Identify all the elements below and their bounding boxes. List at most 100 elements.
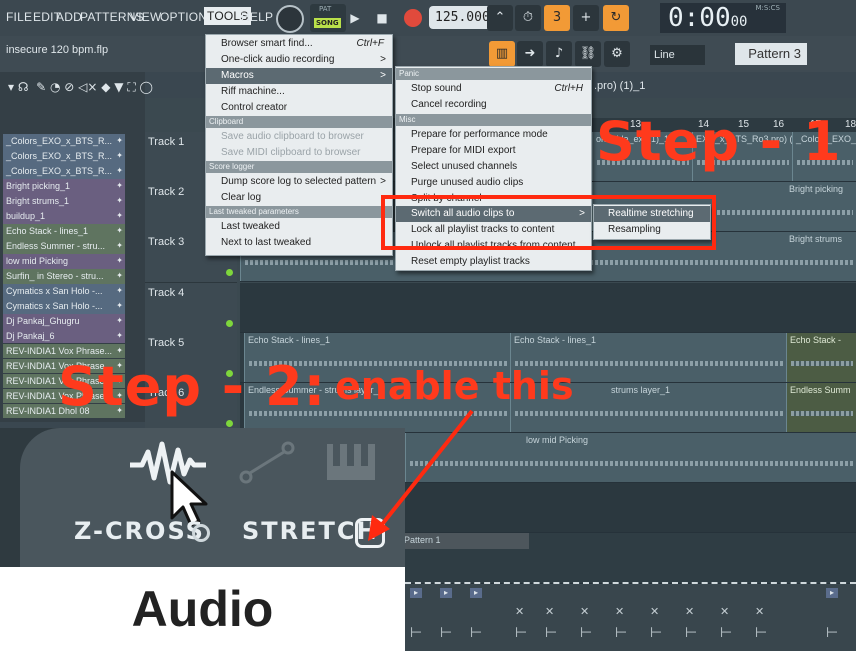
menu-item-macros[interactable]: Macros > xyxy=(206,68,392,84)
close-icon[interactable]: ✕ xyxy=(615,605,624,618)
menu-item-purge-unused[interactable]: Purge unused audio clips xyxy=(396,175,591,191)
fader-icon[interactable]: ⊢ xyxy=(410,625,422,641)
track-lane[interactable] xyxy=(240,283,856,333)
fader-icon[interactable]: ⊢ xyxy=(515,625,527,641)
close-icon[interactable]: ✕ xyxy=(515,605,524,618)
close-icon[interactable]: ✕ xyxy=(650,605,659,618)
channel-item[interactable]: low mid Picking ✦ xyxy=(3,253,125,269)
record-icon[interactable] xyxy=(404,9,422,27)
fader-icon[interactable]: ⊢ xyxy=(755,625,767,641)
link-icon[interactable]: ⛓ xyxy=(575,41,601,67)
menu-item-riff-machine[interactable]: Riff machine... xyxy=(206,84,392,100)
menu-item-save-audio-clipboard[interactable]: Save audio clipboard to browser xyxy=(206,129,392,145)
track-header[interactable]: Track 4 xyxy=(145,283,237,334)
wait-input-icon[interactable]: ⏱ xyxy=(515,5,541,31)
menu-item-next-to-last-tweaked[interactable]: Next to last tweaked xyxy=(206,235,392,251)
menu-add[interactable]: ADD xyxy=(56,10,82,24)
plugin-icon[interactable]: ⚙ xyxy=(604,41,630,67)
fader-icon[interactable]: ⊢ xyxy=(440,625,452,641)
channel-item[interactable]: Dj Pankaj_6 ✦ xyxy=(3,328,125,344)
mixer-slot-icon[interactable]: ▸ xyxy=(826,588,838,598)
menu-item-midi-export[interactable]: Prepare for MIDI export xyxy=(396,143,591,159)
section-misc: Misc xyxy=(396,114,591,126)
close-icon[interactable]: ✕ xyxy=(580,605,589,618)
menu-item-stop-sound[interactable]: Stop sound Ctrl+H xyxy=(396,81,591,97)
fader-icon[interactable]: ⊢ xyxy=(650,625,662,641)
channel-item[interactable]: _Colors_EXO_x_BTS_R... ✦ xyxy=(3,148,125,164)
mixer-slot-icon[interactable]: ▸ xyxy=(470,588,482,598)
menu-item-cancel-recording[interactable]: Cancel recording xyxy=(396,97,591,113)
clip-label: Echo Stack - lines_1 xyxy=(248,335,331,345)
piano-roll-icon[interactable]: ♪ xyxy=(546,41,572,67)
channel-item[interactable]: _Colors_EXO_x_BTS_R... ✦ xyxy=(3,163,125,179)
pattern-selector[interactable]: Pattern 3 xyxy=(735,43,807,65)
z-cross-radio[interactable] xyxy=(192,524,210,542)
step-2-note: enable this xyxy=(335,364,574,408)
channel-item[interactable]: _Colors_EXO_x_BTS_R... ✦ xyxy=(3,134,125,149)
track-active-dot[interactable] xyxy=(226,269,233,276)
browser-icons: ▾ ☊ ✎ ◔ ⊘ ◁× ◆ ▼ ⛶ ◯ xyxy=(8,80,153,94)
channel-label: Dj Pankaj_6 xyxy=(6,330,55,341)
metronome-icon[interactable]: ⌃ xyxy=(487,5,513,31)
snap-select[interactable]: Line xyxy=(650,45,705,65)
menu-item-clear-log[interactable]: Clear log xyxy=(206,190,392,206)
channel-audio-icon: ✦ xyxy=(116,150,123,160)
step-edit-icon[interactable]: + xyxy=(573,5,599,31)
audio-clip[interactable]: Echo Stack - xyxy=(786,333,856,382)
channel-audio-icon: ✦ xyxy=(116,285,123,295)
fader-icon[interactable]: ⊢ xyxy=(615,625,627,641)
countdown-icon[interactable]: 3 xyxy=(544,5,570,31)
menu-item-browser-smart-find[interactable]: Browser smart find... Ctrl+F xyxy=(206,36,392,52)
fader-icon[interactable]: ⊢ xyxy=(720,625,732,641)
channel-item[interactable]: Bright picking_1 ✦ xyxy=(3,178,125,194)
audio-clip[interactable]: Endless Summ xyxy=(786,383,856,432)
clip-label: Echo Stack - xyxy=(790,335,842,345)
menu-file[interactable]: FILE xyxy=(6,10,32,24)
loop-record-icon[interactable]: ↻ xyxy=(603,5,629,31)
menu-item-last-tweaked[interactable]: Last tweaked xyxy=(206,219,392,235)
close-icon[interactable]: ✕ xyxy=(545,605,554,618)
play-icon[interactable]: ▶ xyxy=(345,8,365,28)
stop-icon[interactable]: ■ xyxy=(372,8,392,28)
channel-label: Echo Stack - lines_1 xyxy=(6,225,89,236)
arrow-icon[interactable]: ➜ xyxy=(517,41,543,67)
song-label: SONG xyxy=(314,18,341,28)
close-icon[interactable]: ✕ xyxy=(685,605,694,618)
menu-view[interactable]: VIEW xyxy=(130,10,161,24)
close-icon[interactable]: ✕ xyxy=(755,605,764,618)
pat-song-toggle[interactable]: PAT SONG xyxy=(310,4,346,32)
mixer-slot-icon[interactable]: ▸ xyxy=(440,588,452,598)
channel-item[interactable]: Echo Stack - lines_1 ✦ xyxy=(3,223,125,239)
menu-item-save-midi-clipboard[interactable]: Save MIDI clipboard to browser xyxy=(206,145,392,161)
menu-item-reset-empty-tracks[interactable]: Reset empty playlist tracks xyxy=(396,254,591,270)
fader-icon[interactable]: ⊢ xyxy=(545,625,557,641)
playlist-view-icon[interactable]: ▥ xyxy=(489,41,515,67)
channel-item[interactable]: Surfin_ in Stereo - stru... ✦ xyxy=(3,268,125,284)
time-display[interactable]: 0:0000 M:S:CS xyxy=(660,3,786,33)
menu-item-dump-score-log[interactable]: Dump score log to selected pattern > xyxy=(206,174,392,190)
fader-icon[interactable]: ⊢ xyxy=(470,625,482,641)
menu-item-control-creator[interactable]: Control creator xyxy=(206,100,392,116)
channel-item[interactable]: Bright strums_1 ✦ xyxy=(3,193,125,209)
fader-icon[interactable]: ⊢ xyxy=(685,625,697,641)
fader-icon[interactable]: ⊢ xyxy=(580,625,592,641)
menu-item-performance-mode[interactable]: Prepare for performance mode xyxy=(396,127,591,143)
close-icon[interactable]: ✕ xyxy=(720,605,729,618)
channel-label: Dj Pankaj_Ghugru xyxy=(6,315,80,326)
channel-item[interactable]: Endless Summer - stru... ✦ xyxy=(3,238,125,254)
tempo-display[interactable]: 125.000 xyxy=(429,6,496,29)
channel-item[interactable]: Cymatics x San Holo -... ✦ xyxy=(3,283,125,299)
mixer-slot-icon[interactable]: ▸ xyxy=(410,588,422,598)
channel-item[interactable]: buildup_1 ✦ xyxy=(3,208,125,224)
chevron-right-icon: > xyxy=(380,176,386,187)
channel-item[interactable]: Cymatics x San Holo -... ✦ xyxy=(3,298,125,314)
master-volume-knob[interactable] xyxy=(276,5,304,33)
fader-icon[interactable]: ⊢ xyxy=(826,625,838,641)
track-active-dot[interactable] xyxy=(226,420,233,427)
menu-item-select-unused[interactable]: Select unused channels xyxy=(396,159,591,175)
menu-item-one-click-recording[interactable]: One-click audio recording > xyxy=(206,52,392,68)
channel-audio-icon: ✦ xyxy=(116,240,123,250)
menu-help[interactable]: HELP xyxy=(241,10,273,24)
track-active-dot[interactable] xyxy=(226,320,233,327)
channel-item[interactable]: Dj Pankaj_Ghugru ✦ xyxy=(3,313,125,329)
